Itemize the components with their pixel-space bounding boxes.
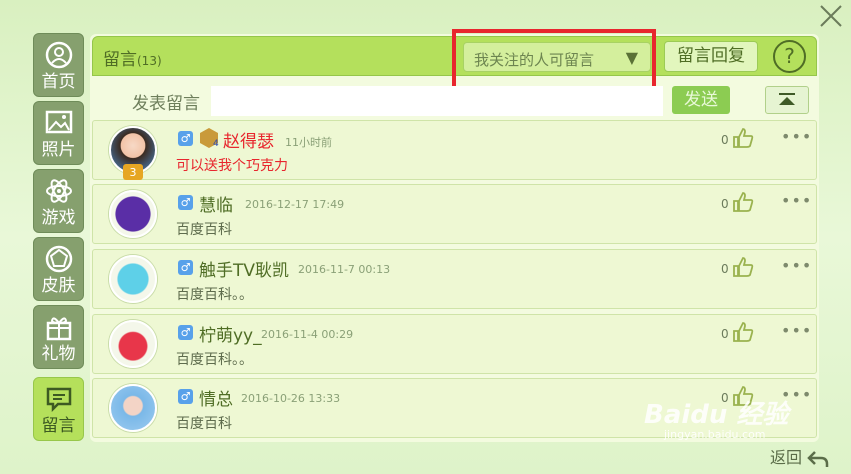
like-count: 0 xyxy=(721,133,729,147)
back-arrow-icon xyxy=(807,450,829,467)
title-text: 留言 xyxy=(103,50,137,70)
post-label: 发表留言 xyxy=(132,94,200,114)
message-text: 百度百科。。 xyxy=(176,287,253,303)
send-button[interactable]: 发送 xyxy=(672,86,730,114)
sidebar-item-game[interactable]: 游戏 xyxy=(33,169,84,233)
message-count: (13) xyxy=(137,54,162,68)
close-icon[interactable] xyxy=(817,2,845,30)
thumbs-up-icon[interactable] xyxy=(732,256,754,278)
timestamp: 2016-11-7 00:13 xyxy=(298,263,391,276)
like-count: 0 xyxy=(721,327,729,341)
sidebar-item-label: 皮肤 xyxy=(41,276,76,296)
help-icon[interactable]: ? xyxy=(773,40,806,73)
avatar[interactable] xyxy=(109,384,157,432)
username[interactable]: 触手TV耿凯 xyxy=(199,256,289,281)
sidebar-item-photo[interactable]: 照片 xyxy=(33,101,84,165)
avatar[interactable] xyxy=(109,190,157,238)
gift-icon xyxy=(46,317,71,341)
sidebar-item-label: 首页 xyxy=(41,72,76,92)
back-button[interactable]: 返回 xyxy=(770,444,829,469)
more-options-icon[interactable]: ••• xyxy=(781,256,812,275)
message-text: 百度百科。。 xyxy=(176,352,253,368)
sidebar-item-home[interactable]: 首页 xyxy=(33,33,84,97)
male-icon: ♂ xyxy=(178,389,193,404)
sidebar-item-label: 照片 xyxy=(41,140,76,160)
timestamp: 2016-10-26 13:33 xyxy=(241,392,341,405)
more-options-icon[interactable]: ••• xyxy=(781,127,812,146)
username[interactable]: 赵得瑟 xyxy=(223,127,274,152)
timestamp: 2016-11-4 00:29 xyxy=(261,328,354,341)
baidu-watermark: Baidu 经验 xyxy=(644,400,789,430)
sidebar-item-label: 留言 xyxy=(41,416,76,436)
list-item[interactable]: 3 ♂ 4 赵得瑟 11小时前 可以送我个巧克力 0 ••• xyxy=(92,120,817,180)
sidebar-item-skin[interactable]: 皮肤 xyxy=(33,237,84,301)
thumbs-up-icon[interactable] xyxy=(732,321,754,343)
more-options-icon[interactable]: ••• xyxy=(781,321,812,340)
skin-icon xyxy=(45,245,72,273)
back-label: 返回 xyxy=(770,448,803,467)
sidebar-item-label: 游戏 xyxy=(41,208,76,228)
avatar[interactable] xyxy=(109,320,157,368)
scroll-top-button[interactable] xyxy=(765,86,809,114)
to-top-icon xyxy=(779,93,795,105)
username[interactable]: 慧临 xyxy=(199,191,233,216)
thumbs-up-icon[interactable] xyxy=(732,191,754,213)
male-icon: ♂ xyxy=(178,131,193,146)
message-text: 可以送我个巧克力 xyxy=(176,158,288,174)
message-text: 百度百科 xyxy=(176,416,232,432)
timestamp: 2016-12-17 17:49 xyxy=(245,198,345,211)
list-item[interactable]: ♂ 柠萌yy_ 2016-11-4 00:29 百度百科。。 0 ••• xyxy=(92,314,817,374)
like-count: 0 xyxy=(721,197,729,211)
post-row: 发表留言 发送 xyxy=(92,82,817,118)
vip-level: 4 xyxy=(213,139,219,149)
thumbs-up-icon[interactable] xyxy=(732,127,754,149)
timestamp: 11小时前 xyxy=(285,136,332,149)
svg-text:3: 3 xyxy=(130,166,137,179)
list-item[interactable]: ♂ 慧临 2016-12-17 17:49 百度百科 0 ••• xyxy=(92,184,817,244)
level-badge-icon: 3 xyxy=(123,164,143,180)
game-icon xyxy=(45,179,72,203)
sidebar-item-message[interactable]: 留言 xyxy=(33,377,84,441)
home-icon xyxy=(45,41,72,69)
vip-badge-icon: 4 xyxy=(200,128,219,149)
list-item[interactable]: ♂ 触手TV耿凯 2016-11-7 00:13 百度百科。。 0 ••• xyxy=(92,249,817,309)
username[interactable]: 柠萌yy_ xyxy=(199,321,262,346)
more-options-icon[interactable]: ••• xyxy=(781,191,812,210)
photo-icon xyxy=(45,110,72,134)
message-reply-button[interactable]: 留言回复 xyxy=(664,41,758,72)
avatar[interactable] xyxy=(109,255,157,303)
message-input[interactable] xyxy=(211,86,663,116)
sidebar-item-gift[interactable]: 礼物 xyxy=(33,305,84,369)
message-text: 百度百科 xyxy=(176,222,232,238)
username[interactable]: 情总 xyxy=(199,385,233,410)
sidebar-item-label: 礼物 xyxy=(41,344,76,364)
like-count: 0 xyxy=(721,262,729,276)
male-icon: ♂ xyxy=(178,195,193,210)
message-icon xyxy=(46,387,71,413)
male-icon: ♂ xyxy=(178,325,193,340)
page-title: 留言(13) xyxy=(103,45,162,70)
male-icon: ♂ xyxy=(178,260,193,275)
watermark-url: jingyan.baidu.com xyxy=(664,428,766,441)
